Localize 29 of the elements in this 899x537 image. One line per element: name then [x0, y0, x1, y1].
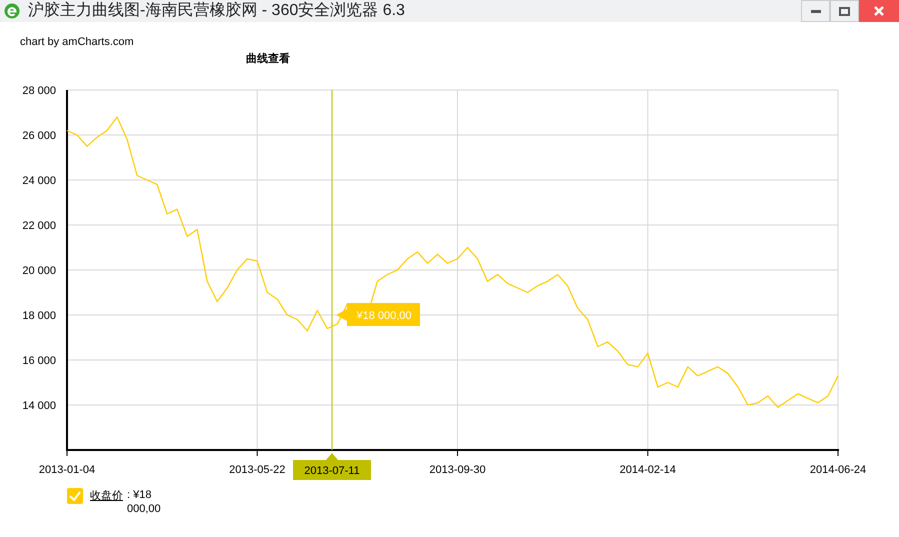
x-axis-label: 2013-01-04: [38, 464, 96, 476]
maximize-icon: [839, 6, 850, 16]
window-title: 沪胶主力曲线图-海南民营橡胶网 - 360安全浏览器 6.3: [28, 3, 405, 19]
browser-logo-icon: [4, 3, 20, 19]
x-axis-label: 2013-05-22: [229, 464, 286, 476]
y-axis-label: 28 000: [22, 85, 56, 97]
y-axis-label: 22 000: [22, 220, 56, 232]
value-balloon: ¥18 000,00: [336, 303, 420, 326]
x-axis-label: 2014-06-24: [810, 464, 866, 476]
close-icon: [874, 6, 884, 16]
y-axis-label: 26 000: [22, 130, 56, 142]
chart-title: 曲线查看: [246, 53, 290, 65]
checkmark-icon: [69, 490, 81, 502]
y-axis-label: 20 000: [22, 265, 56, 277]
y-axis-label: 24 000: [22, 175, 56, 187]
legend-label[interactable]: 收盘价: [90, 488, 123, 504]
y-axis-label: 16 000: [22, 355, 56, 367]
legend-value: : ¥18 000,00: [127, 488, 162, 516]
chart-credit: chart by amCharts.com: [20, 36, 134, 48]
minimize-icon: [810, 10, 820, 12]
y-axis-label: 18 000: [22, 310, 56, 322]
minimize-button[interactable]: [801, 0, 830, 22]
legend-checkbox[interactable]: [67, 488, 83, 504]
y-axis-label: 14 000: [22, 400, 56, 412]
maximize-button[interactable]: [830, 0, 859, 22]
x-axis-label: 2013-09-30: [429, 464, 486, 476]
close-button[interactable]: [859, 0, 899, 22]
cursor-date-label: 2013-07-11: [293, 453, 371, 480]
x-axis-label: 2014-02-14: [620, 464, 676, 476]
